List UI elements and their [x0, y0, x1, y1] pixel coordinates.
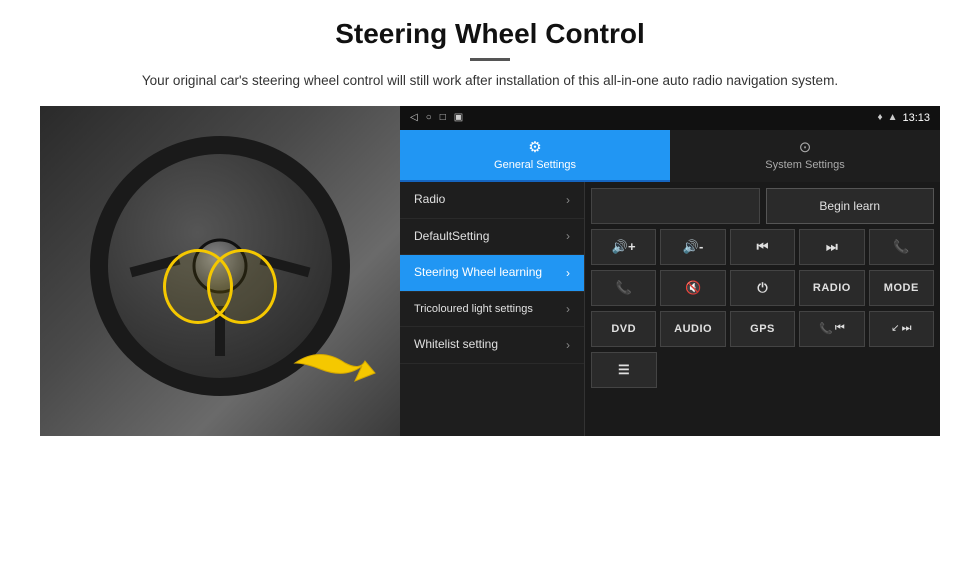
menu-item-tricoloured[interactable]: Tricoloured light settings › [400, 292, 584, 327]
chevron-icon: › [566, 229, 570, 243]
radio-label: RADIO [813, 282, 851, 294]
call-end-button[interactable]: 📞 [591, 270, 656, 306]
next-small-icon: ⏭ [902, 322, 912, 335]
page-wrapper: Steering Wheel Control Your original car… [0, 0, 980, 436]
power-icon: ⏻ [757, 280, 767, 296]
tab-general-label: General Settings [494, 159, 576, 171]
control-buttons-row4: ☰ [591, 352, 934, 388]
radio-button[interactable]: RADIO [799, 270, 864, 306]
chevron-icon: › [566, 193, 570, 207]
audio-label: AUDIO [674, 323, 712, 335]
control-buttons-row2: 📞 🔇 ⏻ RADIO MODE [591, 270, 934, 306]
call-end-icon: 📞 [616, 280, 632, 296]
location-icon: ♦ [877, 112, 882, 123]
steering-wheel-image [40, 106, 400, 436]
status-bar-left: ◁ ○ □ ▣ [410, 112, 463, 123]
grid-icon[interactable]: ▣ [454, 112, 463, 123]
recents-icon[interactable]: □ [440, 112, 446, 123]
back-icon[interactable]: ◁ [410, 112, 418, 123]
phone-prev-icon: 📞 [819, 322, 833, 335]
phone-icon: 📞 [893, 239, 909, 255]
phone-prev-button[interactable]: 📞 ⏮ [799, 311, 864, 347]
title-section: Steering Wheel Control Your original car… [40, 18, 940, 92]
mode-button[interactable]: MODE [869, 270, 934, 306]
menu-item-radio[interactable]: Radio › [400, 182, 584, 219]
menu-default-label: DefaultSetting [414, 229, 489, 245]
mode-label: MODE [884, 282, 919, 294]
chevron-icon: › [566, 338, 570, 352]
vol-down-icon: 🔊- [683, 239, 704, 255]
page-subtitle: Your original car's steering wheel contr… [130, 71, 850, 92]
menu-radio-label: Radio [414, 192, 445, 208]
menu-item-steering-wheel[interactable]: Steering Wheel learning › [400, 255, 584, 292]
tab-system-settings[interactable]: ⊙ System Settings [670, 130, 940, 182]
dvd-label: DVD [611, 323, 636, 335]
input-display-box [591, 188, 760, 224]
chevron-icon-active: › [566, 266, 570, 280]
status-bar: ◁ ○ □ ▣ ♦ ▲ 13:13 [400, 106, 940, 130]
phone-next-icon: ↙ [891, 323, 899, 334]
gps-button[interactable]: GPS [730, 311, 795, 347]
arrow-indicator [290, 331, 380, 401]
prev-track-button[interactable]: ⏮ [730, 229, 795, 265]
clock-display: 13:13 [902, 112, 930, 124]
audio-button[interactable]: AUDIO [660, 311, 725, 347]
page-title: Steering Wheel Control [40, 18, 940, 50]
begin-learn-label: Begin learn [819, 199, 880, 213]
left-menu: Radio › DefaultSetting › Steering Wheel … [400, 182, 585, 436]
prev-icon: ⏮ [757, 239, 769, 255]
menu-tricoloured-label: Tricoloured light settings [414, 302, 533, 316]
dvd-button[interactable]: DVD [591, 311, 656, 347]
home-icon[interactable]: ○ [426, 112, 432, 123]
menu-item-whitelist[interactable]: Whitelist setting › [400, 327, 584, 364]
right-content: Begin learn 🔊+ 🔊- ⏮ [585, 182, 940, 436]
control-buttons-row3: DVD AUDIO GPS 📞 ⏮ ↙ [591, 311, 934, 347]
vol-up-button[interactable]: 🔊+ [591, 229, 656, 265]
next-icon: ⏭ [826, 239, 838, 255]
android-unit-ui: ◁ ○ □ ▣ ♦ ▲ 13:13 ⚙ General Settings [400, 106, 940, 436]
chevron-icon: › [566, 302, 570, 316]
highlight-circle-right [207, 249, 277, 324]
tabs-row: ⚙ General Settings ⊙ System Settings [400, 130, 940, 182]
call-button[interactable]: 📞 [869, 229, 934, 265]
gear-icon: ⚙ [528, 138, 541, 156]
top-row: Begin learn [591, 188, 934, 224]
phone-next-button[interactable]: ↙ ⏭ [869, 311, 934, 347]
title-divider [470, 58, 510, 61]
mute-button[interactable]: 🔇 [660, 270, 725, 306]
menu-whitelist-label: Whitelist setting [414, 337, 498, 353]
begin-learn-button[interactable]: Begin learn [766, 188, 935, 224]
next-track-button[interactable]: ⏭ [799, 229, 864, 265]
menu-steering-label: Steering Wheel learning [414, 265, 542, 281]
prev-small-icon: ⏮ [835, 322, 845, 335]
list-button[interactable]: ☰ [591, 352, 657, 388]
signal-icon: ▲ [888, 112, 898, 123]
content-row: ◁ ○ □ ▣ ♦ ▲ 13:13 ⚙ General Settings [40, 106, 940, 436]
tab-system-label: System Settings [765, 159, 844, 171]
mute-icon: 🔇 [685, 280, 701, 296]
tab-general-settings[interactable]: ⚙ General Settings [400, 130, 670, 182]
control-buttons-row1: 🔊+ 🔊- ⏮ ⏭ 📞 [591, 229, 934, 265]
power-button[interactable]: ⏻ [730, 270, 795, 306]
list-icon: ☰ [618, 362, 630, 378]
gps-label: GPS [750, 323, 775, 335]
status-bar-right: ♦ ▲ 13:13 [877, 112, 930, 124]
vol-up-icon: 🔊+ [612, 239, 636, 255]
main-panel: Radio › DefaultSetting › Steering Wheel … [400, 182, 940, 436]
menu-item-defaultsetting[interactable]: DefaultSetting › [400, 219, 584, 256]
system-icon: ⊙ [799, 138, 812, 156]
vol-down-button[interactable]: 🔊- [660, 229, 725, 265]
